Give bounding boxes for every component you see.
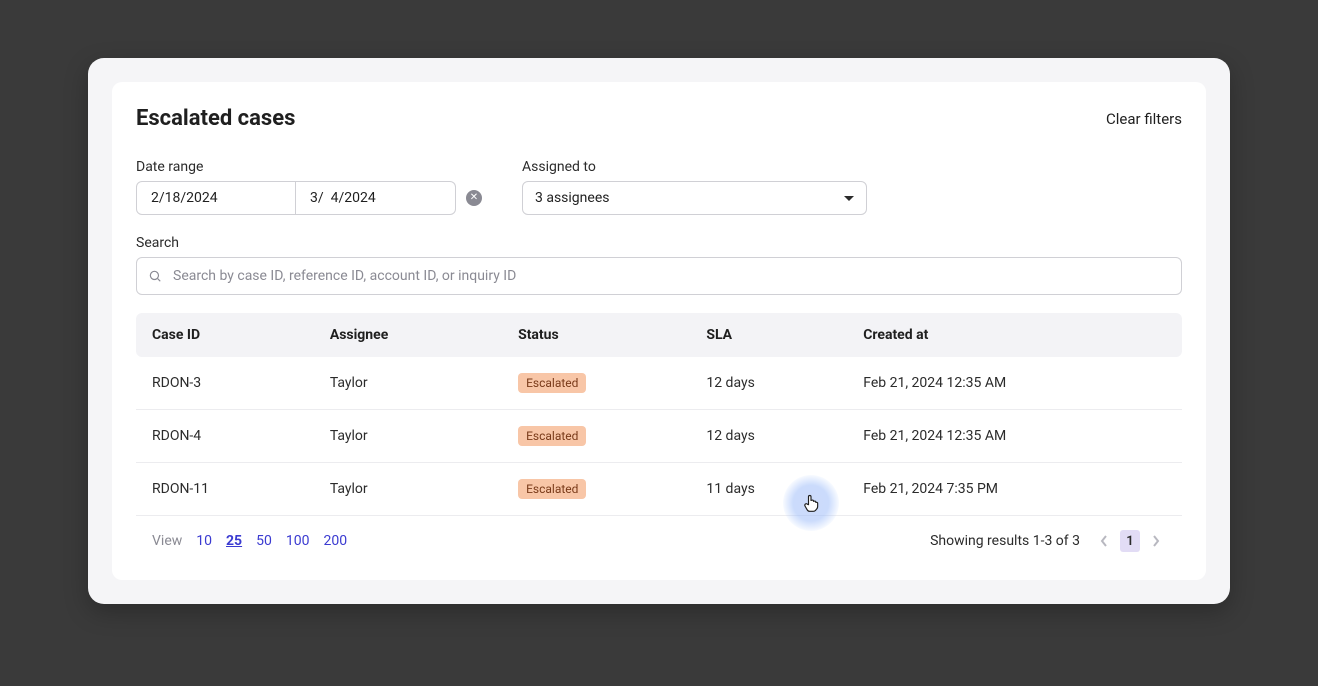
search-input[interactable]	[136, 257, 1182, 295]
pager: 1	[1094, 530, 1166, 552]
cell-sla: 12 days	[690, 410, 847, 463]
cell-sla: 12 days	[690, 357, 847, 410]
search-label: Search	[136, 235, 1182, 251]
date-range-group: Date range ✕	[136, 159, 482, 215]
assigned-to-group: Assigned to 3 assignees	[522, 159, 867, 215]
filters-row: Date range ✕ Assigned to 3 assignees	[136, 159, 1182, 215]
search-group: Search	[136, 235, 1182, 295]
view-label: View	[152, 533, 182, 549]
cell-assignee: Taylor	[314, 463, 502, 516]
cell-created-at: Feb 21, 2024 7:35 PM	[847, 463, 1182, 516]
cell-case-id: RDON-3	[136, 357, 314, 410]
prev-page-button[interactable]	[1094, 530, 1114, 552]
date-end-input[interactable]	[296, 181, 456, 215]
date-range-label: Date range	[136, 159, 482, 175]
cell-status: Escalated	[502, 357, 690, 410]
cell-status: Escalated	[502, 463, 690, 516]
page-size-10[interactable]: 10	[196, 533, 212, 549]
results-text: Showing results 1-3 of 3	[930, 533, 1080, 549]
cell-assignee: Taylor	[314, 410, 502, 463]
cell-status: Escalated	[502, 410, 690, 463]
status-badge: Escalated	[518, 373, 586, 393]
table-row[interactable]: RDON-3 Taylor Escalated 12 days Feb 21, …	[136, 357, 1182, 410]
col-sla[interactable]: SLA	[690, 313, 847, 357]
assigned-to-value: 3 assignees	[535, 190, 609, 206]
assigned-to-label: Assigned to	[522, 159, 867, 175]
chevron-right-icon	[1152, 535, 1160, 547]
page-size-100[interactable]: 100	[286, 533, 310, 549]
table-row[interactable]: RDON-11 Taylor Escalated 11 days Feb 21,…	[136, 463, 1182, 516]
pagination: Showing results 1-3 of 3 1	[930, 530, 1166, 552]
col-assignee[interactable]: Assignee	[314, 313, 502, 357]
date-pair	[136, 181, 456, 215]
cell-assignee: Taylor	[314, 357, 502, 410]
col-status[interactable]: Status	[502, 313, 690, 357]
table-header-row: Case ID Assignee Status SLA Created at	[136, 313, 1182, 357]
content-card: Escalated cases Clear filters Date range…	[112, 82, 1206, 580]
table-footer: View 10 25 50 100 200 Showing results 1-…	[136, 516, 1182, 556]
page-size-200[interactable]: 200	[323, 533, 347, 549]
search-wrap	[136, 257, 1182, 295]
date-range-wrap: ✕	[136, 181, 482, 215]
col-case-id[interactable]: Case ID	[136, 313, 314, 357]
table-row[interactable]: RDON-4 Taylor Escalated 12 days Feb 21, …	[136, 410, 1182, 463]
page-title: Escalated cases	[136, 106, 295, 131]
clear-filters-button[interactable]: Clear filters	[1106, 110, 1182, 128]
close-icon: ✕	[470, 193, 478, 203]
status-badge: Escalated	[518, 479, 586, 499]
col-created-at[interactable]: Created at	[847, 313, 1182, 357]
page-1-button[interactable]: 1	[1120, 530, 1140, 552]
cases-table: Case ID Assignee Status SLA Created at R…	[136, 313, 1182, 516]
page-size-50[interactable]: 50	[256, 533, 272, 549]
header-row: Escalated cases Clear filters	[136, 106, 1182, 131]
page-size-25[interactable]: 25	[226, 533, 242, 549]
cell-created-at: Feb 21, 2024 12:35 AM	[847, 357, 1182, 410]
assigned-to-select[interactable]: 3 assignees	[522, 181, 867, 215]
search-icon	[148, 269, 162, 283]
chevron-left-icon	[1100, 535, 1108, 547]
caret-down-icon	[844, 196, 854, 201]
cell-case-id: RDON-11	[136, 463, 314, 516]
clear-date-button[interactable]: ✕	[466, 190, 482, 206]
status-badge: Escalated	[518, 426, 586, 446]
page-size-selector: View 10 25 50 100 200	[152, 533, 347, 549]
app-panel: Escalated cases Clear filters Date range…	[88, 58, 1230, 604]
cell-sla: 11 days	[690, 463, 847, 516]
cell-case-id: RDON-4	[136, 410, 314, 463]
date-start-input[interactable]	[136, 181, 296, 215]
cell-created-at: Feb 21, 2024 12:35 AM	[847, 410, 1182, 463]
next-page-button[interactable]	[1146, 530, 1166, 552]
